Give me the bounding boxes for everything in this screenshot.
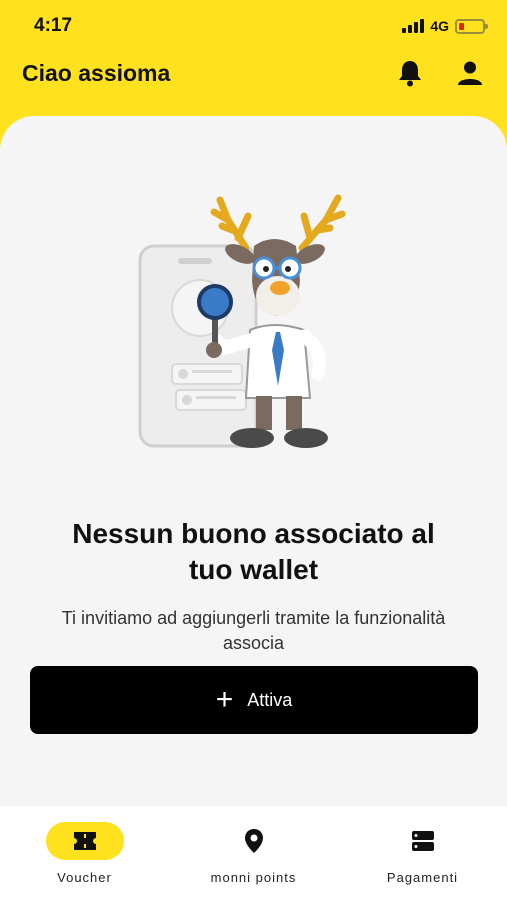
ticket-icon: [73, 832, 96, 850]
empty-state-subtitle: Ti invitiamo ad aggiungerli tramite la f…: [61, 608, 446, 653]
network-type: 4G: [430, 18, 449, 34]
status-bar: 4:17 4G: [0, 0, 507, 52]
nav-item-pagamenti[interactable]: Pagamenti: [343, 822, 503, 885]
activate-button[interactable]: + Attiva: [30, 666, 478, 734]
nav-item-monni-points[interactable]: monni points: [174, 822, 334, 885]
nav-item-voucher[interactable]: Voucher: [5, 822, 165, 885]
user-icon[interactable]: [455, 58, 485, 88]
bottom-nav: Voucher monni points Pagamenti: [0, 806, 507, 900]
status-time: 4:17: [34, 15, 73, 36]
signal-icon: [402, 19, 425, 33]
bell-icon[interactable]: [395, 58, 425, 88]
nav-label-monni-points: monni points: [210, 870, 297, 885]
nav-label-voucher: Voucher: [57, 870, 112, 885]
reindeer-illustration: [138, 194, 346, 448]
location-pin-icon: [244, 829, 263, 853]
page-title: Ciao assioma: [22, 59, 171, 86]
server-list-icon: [411, 831, 434, 851]
activate-button-label: Attiva: [247, 689, 293, 710]
plus-icon: +: [215, 683, 234, 716]
status-indicators: 4G: [402, 18, 488, 34]
nav-label-pagamenti: Pagamenti: [386, 870, 459, 885]
battery-icon: [455, 18, 488, 34]
app-header: Ciao assioma: [0, 52, 507, 94]
empty-state-title: Nessun buono associato al tuo wallet: [72, 518, 435, 585]
